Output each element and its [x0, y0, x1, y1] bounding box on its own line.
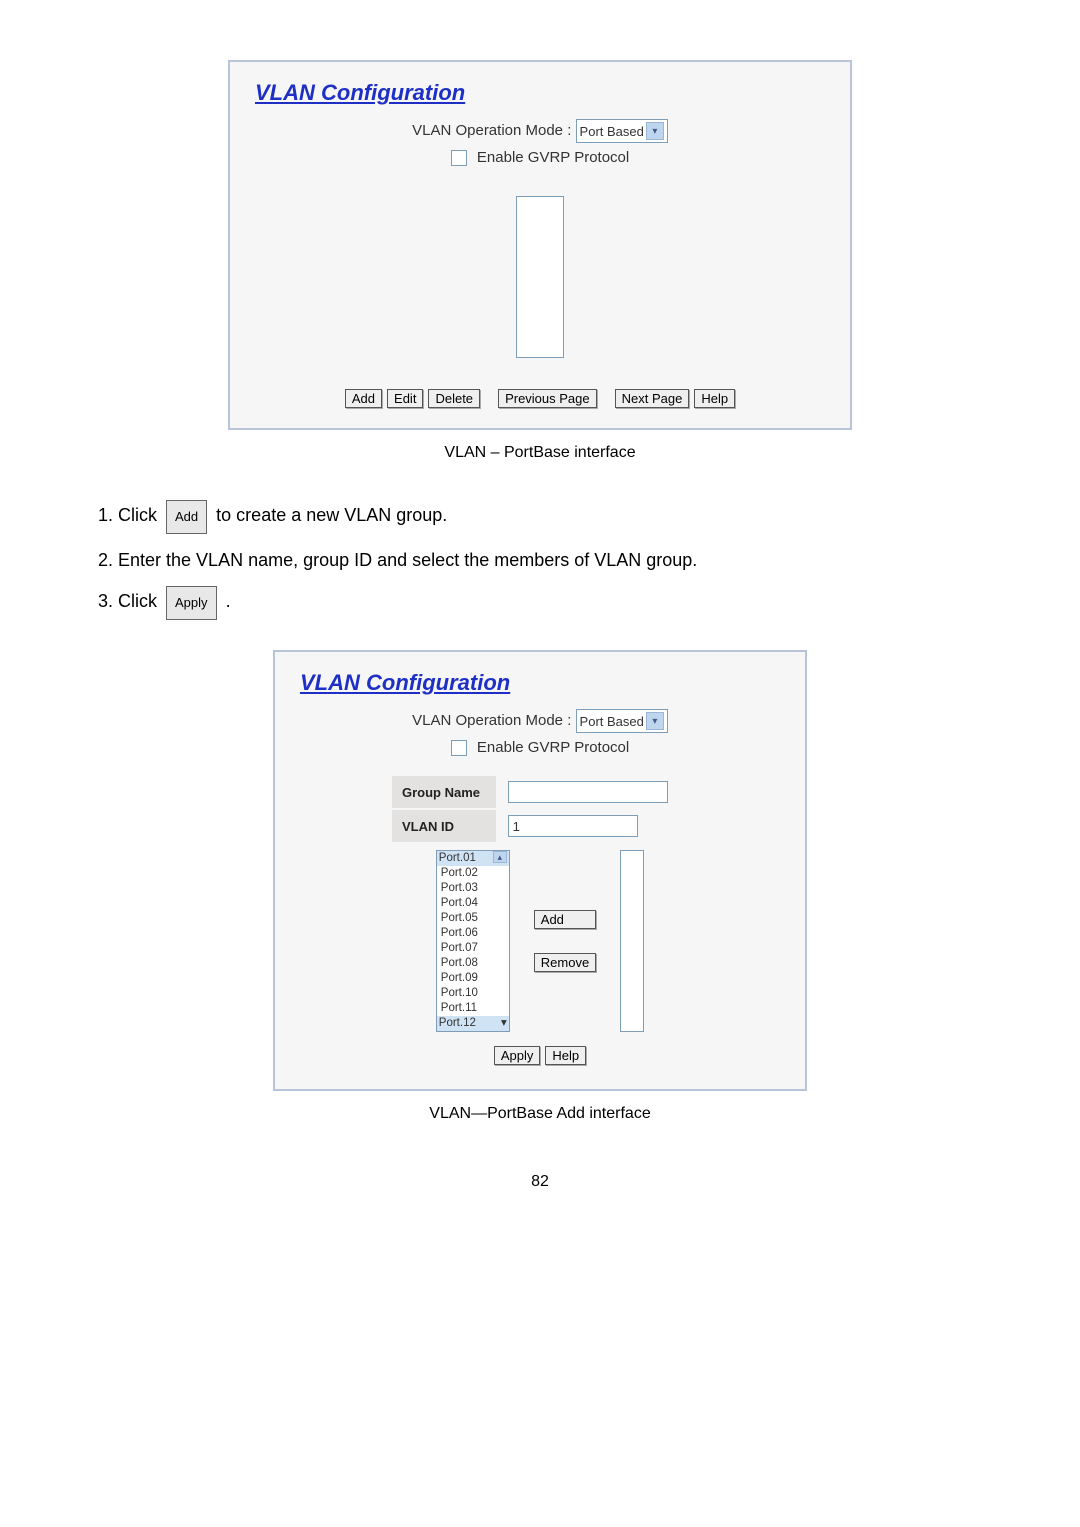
list-item[interactable]: Port.03	[437, 881, 509, 896]
chevron-down-icon: ▾	[646, 712, 664, 730]
port-item-11: Port.12	[439, 1016, 476, 1031]
mode-row: VLAN Operation Mode : Port Based ▾	[255, 119, 825, 143]
gvrp-label: Enable GVRP Protocol	[477, 149, 629, 166]
port-target-list[interactable]	[620, 850, 644, 1032]
add-port-button[interactable]: Add	[534, 910, 596, 929]
mode-select-2[interactable]: Port Based ▾	[576, 709, 668, 733]
group-form-table: Group Name VLAN ID	[390, 774, 690, 844]
previous-page-button[interactable]: Previous Page	[498, 389, 597, 408]
add-button-inline: Add	[166, 500, 207, 534]
delete-button[interactable]: Delete	[428, 389, 480, 408]
group-name-label: Group Name	[392, 776, 496, 808]
list-item[interactable]: Port.09	[437, 971, 509, 986]
list-item[interactable]: Port.01 ▴	[437, 851, 509, 866]
group-name-input[interactable]	[508, 781, 668, 803]
remove-port-button[interactable]: Remove	[534, 953, 596, 972]
help-button-2[interactable]: Help	[545, 1046, 586, 1065]
apply-button-inline: Apply	[166, 586, 217, 620]
mode-select[interactable]: Port Based ▾	[576, 119, 668, 143]
port-source-list[interactable]: Port.01 ▴ Port.02 Port.03 Port.04 Port.0…	[436, 850, 510, 1032]
port-item-0: Port.01	[439, 851, 476, 866]
list-item[interactable]: Port.10	[437, 986, 509, 1001]
vlan-id-row: VLAN ID	[392, 810, 688, 842]
list-item[interactable]: Port.04	[437, 896, 509, 911]
page-number: 82	[90, 1173, 990, 1191]
edit-button[interactable]: Edit	[387, 389, 423, 408]
list-item[interactable]: Port.11	[437, 1001, 509, 1016]
gvrp-row: Enable GVRP Protocol	[255, 149, 825, 166]
add-remove-buttons: Add Remove	[534, 910, 596, 972]
gvrp-row-2: Enable GVRP Protocol	[300, 739, 780, 756]
chevron-down-icon[interactable]: ▾	[501, 1016, 507, 1031]
panel2-title-row: VLAN Configuration	[300, 670, 780, 698]
panel2-caption: VLAN—PortBase Add interface	[90, 1105, 990, 1123]
instr1-b: to create a new VLAN group.	[216, 505, 447, 525]
mode-select-value: Port Based	[580, 124, 644, 139]
list-item[interactable]: Port.05	[437, 911, 509, 926]
screenshot-vlan-add-interface: VLAN Configuration VLAN Operation Mode :…	[273, 650, 807, 1091]
instruction-3: Click Apply .	[118, 586, 990, 620]
add-button[interactable]: Add	[345, 389, 382, 408]
instr3-b: .	[226, 591, 231, 611]
panel1-inner: VLAN Configuration VLAN Operation Mode :…	[230, 62, 850, 428]
vlan-id-input[interactable]	[508, 815, 638, 837]
list-item[interactable]: Port.06	[437, 926, 509, 941]
instruction-1: Click Add to create a new VLAN group.	[118, 500, 990, 534]
next-page-button[interactable]: Next Page	[615, 389, 690, 408]
gvrp-label-2: Enable GVRP Protocol	[477, 739, 629, 756]
list-item[interactable]: Port.07	[437, 941, 509, 956]
gvrp-checkbox-2[interactable]	[451, 740, 467, 756]
instruction-2: Enter the VLAN name, group ID and select…	[118, 546, 990, 574]
port-select-row: Port.01 ▴ Port.02 Port.03 Port.04 Port.0…	[350, 850, 730, 1032]
vlan-listbox[interactable]	[516, 196, 564, 358]
instr1-a: Click	[118, 505, 157, 525]
help-button[interactable]: Help	[694, 389, 735, 408]
chevron-up-icon[interactable]: ▴	[493, 851, 507, 863]
vlan-id-label: VLAN ID	[392, 810, 496, 842]
mode-row-2: VLAN Operation Mode : Port Based ▾	[300, 709, 780, 733]
panel1-title-row: VLAN Configuration	[255, 80, 825, 108]
list-item[interactable]: Port.12 ▾	[437, 1016, 509, 1031]
panel1-title: VLAN Configuration	[255, 80, 465, 105]
mode-select-value-2: Port Based	[580, 714, 644, 729]
apply-button[interactable]: Apply	[494, 1046, 541, 1065]
panel1-caption: VLAN – PortBase interface	[90, 444, 990, 462]
screenshot-vlan-interface: VLAN Configuration VLAN Operation Mode :…	[228, 60, 852, 430]
gvrp-checkbox[interactable]	[451, 150, 467, 166]
mode-label-2: VLAN Operation Mode :	[412, 712, 571, 729]
instruction-list: Click Add to create a new VLAN group. En…	[90, 500, 990, 620]
instr3-a: Click	[118, 591, 157, 611]
list-item[interactable]: Port.02	[437, 866, 509, 881]
panel2-button-row: Apply Help	[300, 1044, 780, 1065]
panel1-button-row: Add Edit Delete Previous Page Next Page …	[255, 387, 825, 408]
panel2-inner: VLAN Configuration VLAN Operation Mode :…	[275, 652, 805, 1089]
mode-label: VLAN Operation Mode :	[412, 122, 571, 139]
group-name-row: Group Name	[392, 776, 688, 808]
chevron-down-icon: ▾	[646, 122, 664, 140]
vlan-listbox-wrap	[255, 196, 825, 363]
panel2-title: VLAN Configuration	[300, 670, 510, 695]
list-item[interactable]: Port.08	[437, 956, 509, 971]
